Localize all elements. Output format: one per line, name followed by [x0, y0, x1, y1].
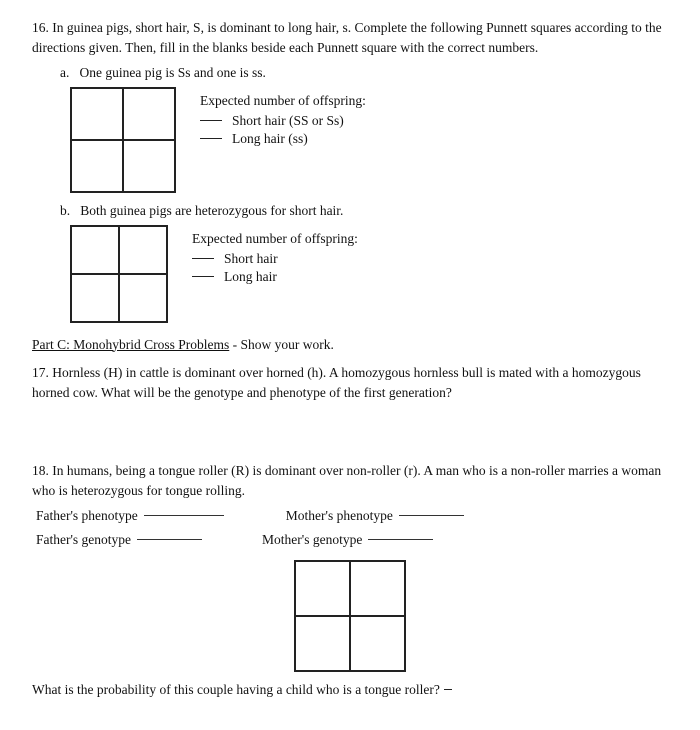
q18-number: 18.: [32, 463, 49, 478]
mothers-genotype-blank: [368, 539, 433, 540]
fathers-genotype-blank: [137, 539, 202, 540]
punnett-cell-a3: [72, 141, 124, 193]
blank-a2: [200, 138, 222, 139]
punnett-cell-b3: [72, 275, 120, 323]
mothers-genotype-item: Mother's genotype: [262, 532, 433, 548]
sub-b-content: Expected number of offspring: Short hair…: [60, 225, 668, 323]
q17-answer-space: [32, 409, 668, 447]
punnett-square-18: [294, 560, 406, 672]
phenotype-row: Father's phenotype Mother's phenotype: [36, 508, 668, 524]
sub-b-text: Both guinea pigs are heterozygous for sh…: [80, 203, 343, 218]
fathers-phenotype-item: Father's phenotype: [36, 508, 226, 524]
sub-question-a: a. One guinea pig is Ss and one is ss. E…: [60, 65, 668, 193]
blank-a1: [200, 120, 222, 121]
punnett-cell-a1: [72, 89, 124, 141]
sub-a-label: a. One guinea pig is Ss and one is ss.: [60, 65, 668, 81]
probability-blank: [444, 689, 452, 690]
row2-text-a: Long hair (ss): [232, 131, 308, 147]
row2-text-b: Long hair: [224, 269, 277, 285]
punnett-cell-a4: [124, 141, 176, 193]
expected-row-b2: Long hair: [192, 269, 358, 285]
punnett-cell-b4: [120, 275, 168, 323]
q18-text: 18. In humans, being a tongue roller (R)…: [32, 461, 668, 502]
part-c-suffix: - Show your work.: [229, 337, 334, 352]
punnett-cell-18-3: [296, 617, 351, 672]
q16-text: 16. In guinea pigs, short hair, S, is do…: [32, 18, 668, 59]
q17-text: 17. Hornless (H) in cattle is dominant o…: [32, 363, 668, 404]
question-17: 17. Hornless (H) in cattle is dominant o…: [32, 363, 668, 448]
punnett-cell-b1: [72, 227, 120, 275]
q16-body: In guinea pigs, short hair, S, is domina…: [32, 20, 662, 55]
mothers-genotype-label: Mother's genotype: [262, 532, 362, 548]
row1-text-a: Short hair (SS or Ss): [232, 113, 344, 129]
q17-body: Hornless (H) in cattle is dominant over …: [32, 365, 641, 400]
punnett-cell-b2: [120, 227, 168, 275]
row1-text-b: Short hair: [224, 251, 278, 267]
mothers-phenotype-blank: [399, 515, 464, 516]
probability-text: What is the probability of this couple h…: [32, 682, 440, 698]
punnett-cell-18-2: [351, 562, 406, 617]
expected-title-a: Expected number of offspring:: [200, 93, 366, 109]
expected-row-a1: Short hair (SS or Ss): [200, 113, 366, 129]
genotype-row: Father's genotype Mother's genotype: [36, 532, 668, 548]
sub-b-label: b. Both guinea pigs are heterozygous for…: [60, 203, 668, 219]
expected-row-a2: Long hair (ss): [200, 131, 366, 147]
fathers-phenotype-blank: [144, 515, 224, 516]
punnett-cell-a2: [124, 89, 176, 141]
fathers-genotype-label: Father's genotype: [36, 532, 131, 548]
question-16: 16. In guinea pigs, short hair, S, is do…: [32, 18, 668, 323]
punnett-cell-18-1: [296, 562, 351, 617]
sub-a-content: Expected number of offspring: Short hair…: [60, 87, 668, 193]
expected-block-b: Expected number of offspring: Short hair…: [192, 225, 358, 287]
q16-number: 16.: [32, 20, 49, 35]
part-c-header: Part C: Monohybrid Cross Problems - Show…: [32, 337, 668, 353]
fathers-genotype-item: Father's genotype: [36, 532, 202, 548]
expected-title-b: Expected number of offspring:: [192, 231, 358, 247]
punnett-cell-18-4: [351, 617, 406, 672]
expected-row-b1: Short hair: [192, 251, 358, 267]
blank-b2: [192, 276, 214, 277]
question-18: 18. In humans, being a tongue roller (R)…: [32, 461, 668, 698]
q18-body: In humans, being a tongue roller (R) is …: [32, 463, 661, 498]
punnett-square-b: [70, 225, 168, 323]
mothers-phenotype-item: Mother's phenotype: [286, 508, 464, 524]
blank-b1: [192, 258, 214, 259]
part-c-label: Part C: Monohybrid Cross Problems: [32, 337, 229, 352]
probability-line: What is the probability of this couple h…: [32, 682, 668, 698]
q17-number: 17.: [32, 365, 49, 380]
mothers-phenotype-label: Mother's phenotype: [286, 508, 393, 524]
sub-question-b: b. Both guinea pigs are heterozygous for…: [60, 203, 668, 323]
punnett-square-a: [70, 87, 176, 193]
fathers-phenotype-label: Father's phenotype: [36, 508, 138, 524]
punnett-center-18: [32, 560, 668, 672]
expected-block-a: Expected number of offspring: Short hair…: [200, 87, 366, 149]
sub-a-text: One guinea pig is Ss and one is ss.: [80, 65, 266, 80]
